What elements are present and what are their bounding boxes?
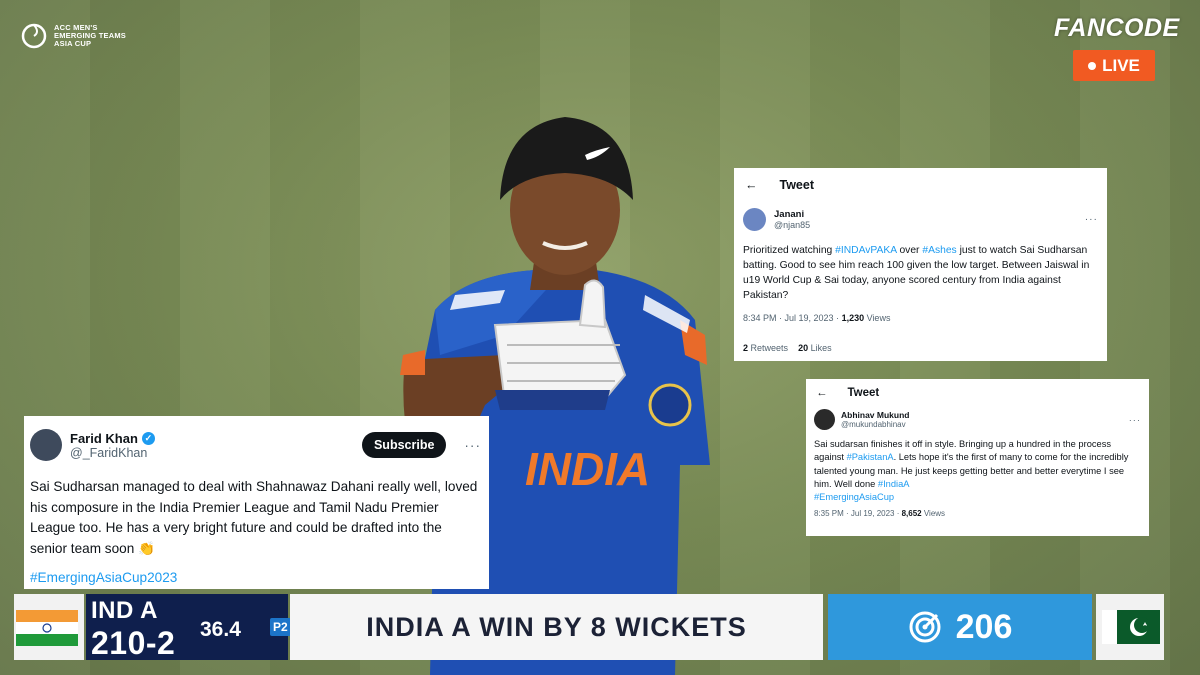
- powerplay-badge: P2: [270, 618, 291, 636]
- tweet-timestamp: 8:35 PM · Jul 19, 2023 · 8,652 Views: [814, 509, 946, 519]
- live-label: LIVE: [1102, 55, 1140, 75]
- team-name: IND A: [91, 597, 158, 624]
- tweet-body: Prioritized watching #INDAvPAKA over #As…: [743, 243, 1098, 303]
- more-options-icon[interactable]: ···: [1129, 415, 1141, 425]
- more-options-icon[interactable]: ···: [1085, 214, 1098, 225]
- player-image: INDIA: [400, 117, 710, 675]
- tweet-card-farid: Farid Khan ✓ @_FaridKhan Subscribe ··· S…: [24, 416, 489, 589]
- match-result: INDIA A WIN BY 8 WICKETS: [290, 594, 823, 660]
- retweets-link[interactable]: Retweets: [748, 343, 789, 353]
- avatar[interactable]: [814, 409, 835, 430]
- subscribe-button[interactable]: Subscribe: [361, 432, 447, 458]
- live-dot-icon: [1088, 61, 1097, 70]
- hashtag-link[interactable]: #PakistanA: [847, 452, 894, 462]
- tweet-card-janani: ← Tweet Janani @njan85 ··· Prioritized w…: [734, 168, 1107, 361]
- author-handle[interactable]: @njan85: [774, 220, 1077, 230]
- pakistan-flag-icon: [1102, 610, 1160, 644]
- pakistan-flag-box: [1096, 594, 1164, 660]
- tournament-logo: ACC MEN'S EMERGING TEAMS ASIA CUP: [20, 16, 140, 56]
- jersey-text: INDIA: [525, 443, 650, 495]
- tweet-author: Abhinav Mukund @mukundabhinav ···: [814, 409, 1141, 430]
- target-score: 206: [955, 607, 1013, 646]
- live-badge: LIVE: [1073, 50, 1155, 81]
- tweet-text: over: [896, 245, 923, 256]
- author-handle[interactable]: @_FaridKhan: [70, 446, 155, 460]
- tweet-header: ← Tweet: [816, 387, 1141, 399]
- broadcaster-logo: FANCODE: [1054, 14, 1180, 42]
- hashtag-link[interactable]: #EmergingAsiaCup: [814, 491, 1141, 504]
- avatar[interactable]: [30, 429, 62, 461]
- tweet-text: Prioritized watching: [743, 245, 836, 256]
- tweet-author: Farid Khan ✓ @_FaridKhan Subscribe ···: [30, 429, 481, 461]
- tweet-card-abhinav: ← Tweet Abhinav Mukund @mukundabhinav ··…: [806, 379, 1149, 536]
- hashtag-link[interactable]: #INDAvPAKA: [835, 245, 896, 256]
- hashtag-link[interactable]: #IndiaA: [878, 479, 910, 489]
- scorebar: IND A 210-2 36.4 P2 INDIA A WIN BY 8 WIC…: [14, 594, 1164, 661]
- tweet-timestamp: 8:34 PM · Jul 19, 2023 · 1,230 Views: [743, 313, 891, 323]
- more-options-icon[interactable]: ···: [464, 438, 481, 453]
- team-score: 210-2: [91, 625, 176, 661]
- india-flag-icon: [16, 610, 78, 646]
- tweet-body: Sai sudarsan finishes it off in style. B…: [814, 438, 1141, 504]
- verified-badge-icon: ✓: [141, 431, 155, 445]
- author-name[interactable]: Abhinav Mukund: [841, 410, 1123, 420]
- batting-team-box: IND A 210-2 36.4 P2: [86, 594, 291, 661]
- tournament-logo-text: ACC MEN'S EMERGING TEAMS ASIA CUP: [54, 23, 126, 48]
- tweet-header-title: Tweet: [779, 178, 815, 192]
- avatar[interactable]: [743, 208, 766, 231]
- hashtag-link[interactable]: #Ashes: [922, 245, 956, 256]
- author-name[interactable]: Janani: [774, 209, 1077, 220]
- hashtag-link[interactable]: #EmergingAsiaCup2023: [30, 570, 481, 585]
- tweet-author: Janani @njan85 ···: [743, 208, 1098, 231]
- target-box: 206: [828, 594, 1092, 660]
- tweet-header-title: Tweet: [847, 387, 880, 399]
- tweet-body: Sai Sudharsan managed to deal with Shahn…: [30, 479, 478, 556]
- likes-link[interactable]: Likes: [808, 343, 832, 353]
- back-arrow-icon[interactable]: ←: [816, 387, 828, 399]
- tweet-header: ← Tweet: [745, 178, 1098, 192]
- tweet-stats: 2 Retweets 20 Likes: [743, 343, 832, 353]
- author-handle[interactable]: @mukundabhinav: [841, 420, 1123, 429]
- target-icon: [909, 611, 941, 643]
- author-name[interactable]: Farid Khan ✓: [70, 431, 155, 446]
- overs: 36.4: [200, 618, 241, 641]
- india-flag-box: [14, 594, 84, 660]
- acc-ring-icon: [21, 23, 47, 49]
- back-arrow-icon[interactable]: ←: [745, 178, 758, 192]
